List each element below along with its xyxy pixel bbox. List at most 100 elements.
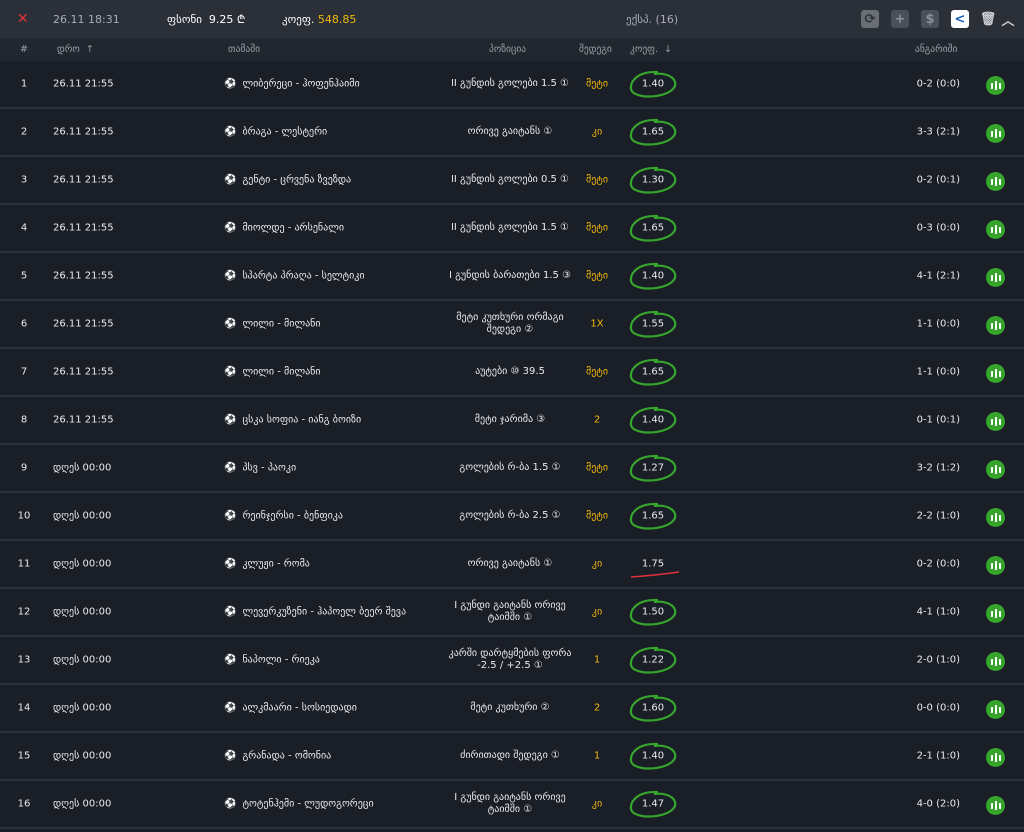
- row-position: ორივე გაიტანს ①: [467, 126, 553, 137]
- col-score: ანგარიში: [915, 44, 958, 55]
- row-position: ორივე გაიტანს ①: [467, 558, 553, 569]
- row-game: ⚽ მიოლდე - არსენალი: [224, 222, 345, 234]
- repeat-button[interactable]: ⟳: [861, 10, 879, 28]
- stats-button[interactable]: [986, 220, 1005, 239]
- table-row: 14 დღეს 00:00 ⚽ ალკმაარი - სოსიედადი მეტი…: [0, 685, 1024, 733]
- row-odds: 1.65: [641, 510, 665, 522]
- stats-button[interactable]: [986, 172, 1005, 191]
- row-game: ⚽ ბრაგა - ლესტერი: [224, 126, 328, 138]
- row-result: 2: [593, 702, 601, 714]
- row-odds: 1.27: [641, 462, 665, 474]
- col-odds[interactable]: კოეფ. ↓: [630, 44, 672, 55]
- stats-button[interactable]: [986, 508, 1005, 527]
- row-date: დღეს 00:00: [53, 702, 112, 714]
- row-result: კი: [591, 798, 603, 810]
- row-odds: 1.55: [641, 318, 665, 330]
- stats-button[interactable]: [986, 556, 1005, 575]
- row-position: აუტები ⑩ 39.5: [475, 366, 545, 377]
- soccer-ball-icon: ⚽: [224, 222, 237, 234]
- row-score: 4-1 (1:0): [916, 606, 960, 618]
- stats-button[interactable]: [986, 652, 1005, 671]
- bet-table: 1 26.11 21:55 ⚽ ლიბერეცი - ჰოფენჰაიმი II …: [0, 61, 1024, 829]
- row-date: 26.11 21:55: [53, 222, 114, 234]
- row-number: 13: [17, 654, 31, 666]
- row-date: დღეს 00:00: [53, 606, 112, 618]
- trash-icon[interactable]: 🗑: [979, 10, 997, 28]
- row-game: ⚽ ლევერკუზენი - ჰაპოელ ბეერ შევა: [224, 606, 407, 618]
- col-position: პოზიცია: [489, 44, 527, 55]
- row-date: დღეს 00:00: [53, 510, 112, 522]
- table-row: 16 დღეს 00:00 ⚽ ტოტენჰემი - ლუდოგორეცი I …: [0, 781, 1024, 829]
- row-result: კი: [591, 126, 603, 138]
- col-result: შედეგი: [579, 44, 612, 55]
- row-game: ⚽ ლილი - მილანი: [224, 366, 321, 378]
- row-number: 11: [17, 558, 31, 570]
- table-header: # დრო ↑ თამაში პოზიცია შედეგი კოეფ. ↓ ან…: [0, 38, 1024, 61]
- row-game: ⚽ რეინჯერსი - ბენფიკა: [224, 510, 343, 522]
- row-game: ⚽ კლუჟი - რომა: [224, 558, 310, 570]
- add-button[interactable]: +: [891, 10, 909, 28]
- table-row: 11 დღეს 00:00 ⚽ კლუჟი - რომა ორივე გაიტან…: [0, 541, 1024, 589]
- row-date: დღეს 00:00: [53, 462, 112, 474]
- row-odds: 1.65: [641, 222, 665, 234]
- stats-button[interactable]: [986, 700, 1005, 719]
- row-odds: 1.47: [641, 798, 665, 810]
- row-odds: 1.60: [641, 702, 665, 714]
- row-odds: 1.40: [641, 270, 665, 282]
- row-game: ⚽ პსვ - პაოკი: [224, 462, 297, 474]
- table-row: 5 26.11 21:55 ⚽ სპარტა პრაღა - სელტიკი I …: [0, 253, 1024, 301]
- row-number: 4: [20, 222, 28, 234]
- row-position: I გუნდი გაიტანს ორივე ტაიმში ①: [454, 792, 566, 815]
- row-result: მეტი: [585, 78, 609, 90]
- table-row: 9 დღეს 00:00 ⚽ პსვ - პაოკი გოლების რ-ბა 1…: [0, 445, 1024, 493]
- bet-datetime: 26.11 18:31: [53, 12, 120, 26]
- row-game: ⚽ გენტი - ცრვენა ზვეზდა: [224, 174, 352, 186]
- row-odds: 1.22: [641, 654, 665, 666]
- table-row: 2 26.11 21:55 ⚽ ბრაგა - ლესტერი ორივე გაი…: [0, 109, 1024, 157]
- row-score: 4-0 (2:0): [916, 798, 960, 810]
- stats-button[interactable]: [986, 796, 1005, 815]
- row-game: ⚽ ნაპოლი - რიეკა: [224, 654, 320, 666]
- row-number: 1: [20, 78, 28, 90]
- stats-button[interactable]: [986, 748, 1005, 767]
- stats-button[interactable]: [986, 316, 1005, 335]
- row-odds: 1.40: [641, 750, 665, 762]
- stats-button[interactable]: [986, 268, 1005, 287]
- soccer-ball-icon: ⚽: [224, 126, 237, 138]
- soccer-ball-icon: ⚽: [224, 318, 237, 330]
- stats-button[interactable]: [986, 460, 1005, 479]
- row-result: მეტი: [585, 270, 609, 282]
- row-game: ⚽ გრანადა - ომონია: [224, 750, 332, 762]
- lost-icon: ✕: [17, 11, 29, 27]
- row-result: კი: [591, 558, 603, 570]
- soccer-ball-icon: ⚽: [224, 798, 237, 810]
- stats-button[interactable]: [986, 364, 1005, 383]
- stake: ფსონი 9.25 ₾: [167, 12, 246, 26]
- soccer-ball-icon: ⚽: [224, 174, 237, 186]
- row-result: 2: [593, 414, 601, 426]
- row-number: 15: [17, 750, 31, 762]
- collapse-button[interactable]: ︿: [999, 10, 1017, 29]
- col-num: #: [20, 44, 28, 55]
- stats-button[interactable]: [986, 76, 1005, 95]
- share-button[interactable]: <: [951, 10, 969, 28]
- row-odds: 1.65: [641, 126, 665, 138]
- table-row: 10 დღეს 00:00 ⚽ რეინჯერსი - ბენფიკა გოლებ…: [0, 493, 1024, 541]
- row-game: ⚽ სპარტა პრაღა - სელტიკი: [224, 270, 365, 282]
- row-score: 4-1 (2:1): [916, 270, 960, 282]
- row-odds: 1.40: [641, 414, 665, 426]
- row-score: 3-3 (2:1): [916, 126, 960, 138]
- row-score: 1-1 (0:0): [916, 366, 960, 378]
- row-game: ⚽ ალკმაარი - სოსიედადი: [224, 702, 357, 714]
- stats-button[interactable]: [986, 604, 1005, 623]
- row-score: 0-2 (0:0): [916, 558, 960, 570]
- soccer-ball-icon: ⚽: [224, 414, 237, 426]
- row-odds: 1.40: [641, 78, 665, 90]
- col-date[interactable]: დრო ↑: [57, 44, 94, 55]
- row-position: ძირითადი შედეგი ①: [460, 750, 560, 761]
- cashout-button[interactable]: $: [921, 10, 939, 28]
- row-score: 2-1 (1:0): [916, 750, 960, 762]
- table-row: 6 26.11 21:55 ⚽ ლილი - მილანი მეტი კუთხურ…: [0, 301, 1024, 349]
- stats-button[interactable]: [986, 412, 1005, 431]
- stats-button[interactable]: [986, 124, 1005, 143]
